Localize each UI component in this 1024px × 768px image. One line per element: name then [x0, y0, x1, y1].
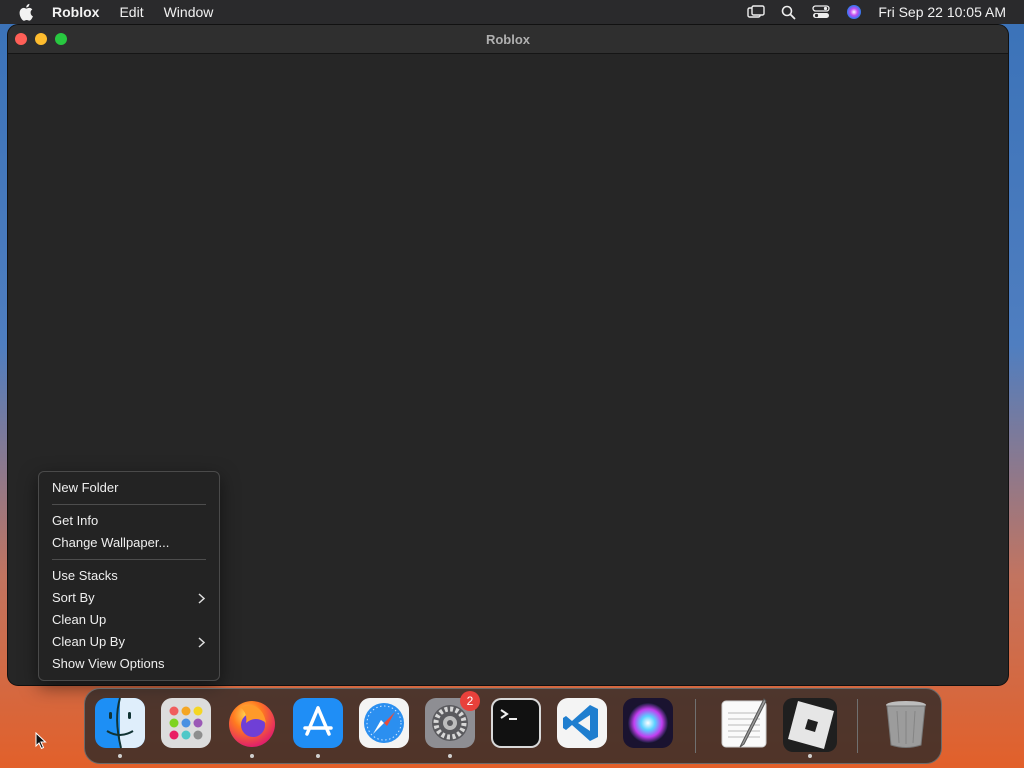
menu-item-sort-by[interactable]: Sort By: [52, 588, 207, 608]
running-indicator: [118, 754, 122, 758]
textedit-icon[interactable]: [718, 697, 770, 749]
menu-item-show-view-options[interactable]: Show View Options: [52, 654, 207, 674]
roblox-icon[interactable]: [782, 697, 837, 758]
dock-divider: [857, 699, 858, 753]
vscode-icon[interactable]: [556, 697, 608, 749]
menu-item-label: Use Stacks: [52, 568, 118, 583]
safari-icon[interactable]: [358, 697, 410, 749]
launchpad-icon[interactable]: [160, 697, 212, 749]
screen-mirroring-icon[interactable]: [747, 5, 766, 19]
dock: 2: [84, 688, 942, 764]
running-indicator: [808, 754, 812, 758]
terminal-icon[interactable]: [490, 697, 542, 749]
menu-window[interactable]: Window: [164, 4, 214, 20]
menu-item-use-stacks[interactable]: Use Stacks: [52, 566, 207, 586]
menu-bar: Roblox Edit Window Fri Sep 22 10:05 AM: [0, 0, 1024, 24]
menu-item-label: Sort By: [52, 590, 95, 605]
siri-icon[interactable]: [622, 697, 674, 749]
menu-item-new-folder[interactable]: New Folder: [52, 478, 207, 498]
search-icon[interactable]: [781, 5, 796, 20]
finder-icon[interactable]: [94, 697, 146, 758]
menu-item-label: Change Wallpaper...: [52, 535, 170, 550]
apple-icon[interactable]: [18, 3, 36, 21]
siri-icon[interactable]: [846, 4, 862, 20]
menu-separator: [52, 504, 206, 505]
desktop-context-menu: New Folder Get Info Change Wallpaper... …: [38, 471, 220, 681]
running-indicator: [448, 754, 452, 758]
menu-bar-clock[interactable]: Fri Sep 22 10:05 AM: [878, 4, 1006, 20]
window-title-bar[interactable]: Roblox: [8, 25, 1008, 54]
notification-badge: 2: [460, 691, 480, 711]
menu-item-label: Show View Options: [52, 656, 165, 671]
app-store-icon[interactable]: [292, 697, 344, 758]
control-center-icon[interactable]: [812, 5, 831, 19]
system-settings-icon[interactable]: 2: [424, 691, 480, 758]
menu-item-label: Clean Up: [52, 612, 107, 627]
chevron-right-icon: [198, 588, 206, 610]
menu-edit[interactable]: Edit: [119, 4, 143, 20]
firefox-icon[interactable]: [226, 697, 278, 758]
menu-app-roblox[interactable]: Roblox: [52, 4, 99, 20]
menu-separator: [52, 559, 206, 560]
menu-item-clean-up[interactable]: Clean Up: [52, 610, 207, 630]
mouse-cursor-icon: [35, 731, 47, 755]
dock-divider: [695, 699, 696, 753]
running-indicator: [316, 754, 320, 758]
menu-item-change-wallpaper[interactable]: Change Wallpaper...: [52, 533, 207, 553]
window-title: Roblox: [485, 32, 531, 47]
menu-item-label: New Folder: [52, 480, 119, 495]
running-indicator: [250, 754, 254, 758]
trash-icon[interactable]: [880, 697, 932, 749]
chevron-right-icon: [198, 632, 206, 654]
menu-item-get-info[interactable]: Get Info: [52, 511, 207, 531]
menu-item-label: Clean Up By: [52, 634, 125, 649]
menu-item-clean-up-by[interactable]: Clean Up By: [52, 632, 207, 652]
menu-item-label: Get Info: [52, 513, 99, 528]
